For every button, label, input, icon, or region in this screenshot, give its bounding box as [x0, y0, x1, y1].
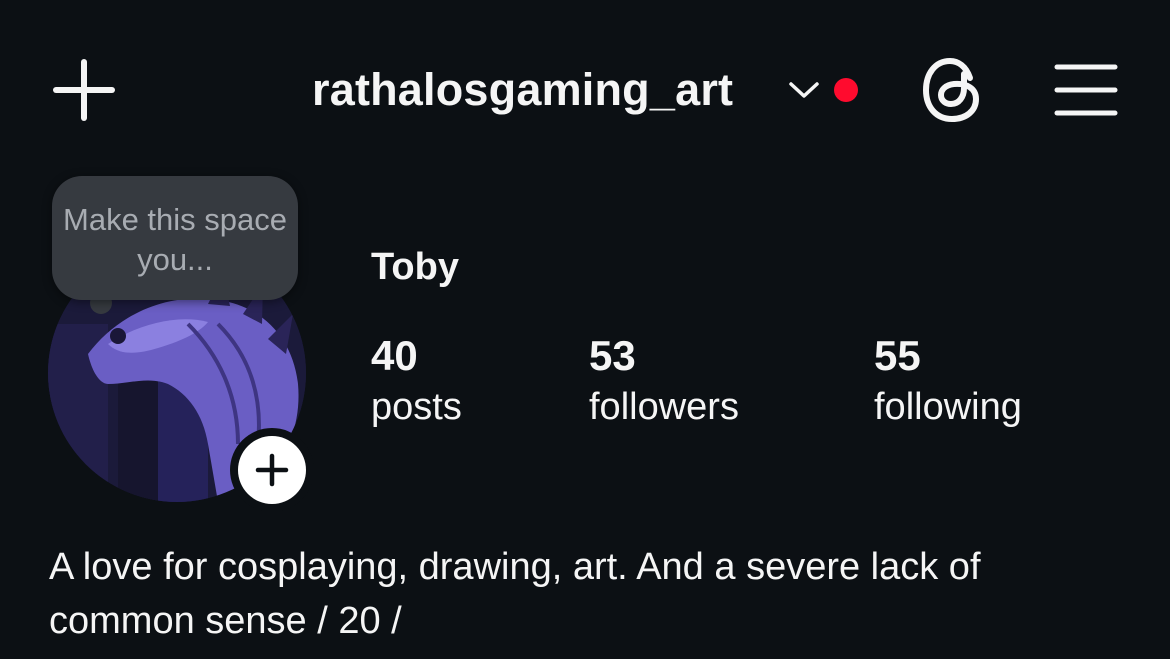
threads-icon[interactable]	[920, 56, 986, 124]
following-label: following	[874, 386, 1022, 428]
profile-page: rathalosgaming_art Make this space you..…	[0, 0, 1170, 659]
note-text: Make this space you...	[63, 202, 287, 277]
profile-bio: A love for cosplaying, drawing, art. And…	[49, 540, 1139, 648]
notification-dot	[834, 78, 858, 102]
stat-following[interactable]: 55 following	[874, 332, 1022, 432]
followers-label: followers	[589, 386, 739, 428]
followers-count: 53	[589, 332, 636, 379]
posts-label: posts	[371, 386, 462, 428]
posts-count: 40	[371, 332, 418, 379]
display-name: Toby	[371, 246, 459, 288]
stat-posts[interactable]: 40 posts	[371, 332, 462, 432]
following-count: 55	[874, 332, 921, 379]
bio-line: A love for cosplaying, drawing, art. And…	[49, 546, 981, 588]
chevron-down-icon[interactable]	[788, 78, 820, 102]
note-bubble[interactable]: Make this space you...	[52, 176, 298, 300]
stat-followers[interactable]: 53 followers	[589, 332, 739, 432]
account-username[interactable]: rathalosgaming_art	[312, 62, 733, 118]
add-story-button[interactable]	[230, 428, 314, 512]
plus-icon[interactable]	[52, 58, 116, 122]
hamburger-menu-icon[interactable]	[1054, 62, 1118, 118]
plus-icon	[238, 436, 306, 504]
bio-line: common sense / 20 /	[49, 600, 402, 642]
